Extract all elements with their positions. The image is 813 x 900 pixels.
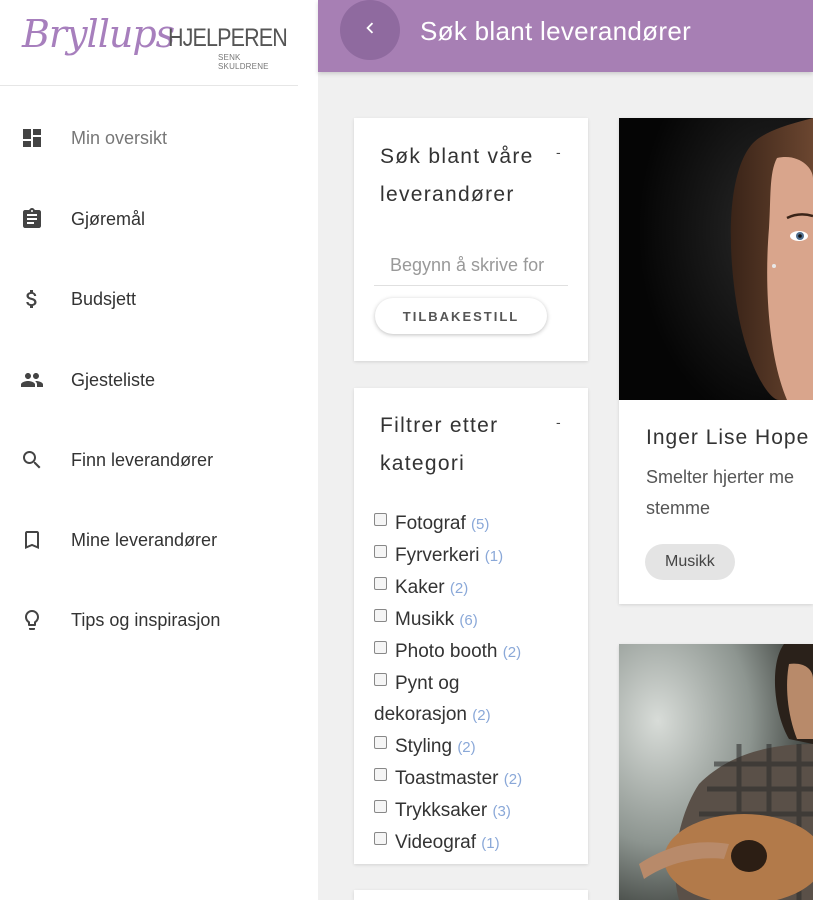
vendor-category-chip[interactable]: Musikk: [645, 544, 735, 580]
sidebar-divider: [0, 85, 298, 86]
collapse-toggle[interactable]: -: [556, 414, 561, 430]
sidebar-item-gjesteliste[interactable]: Gjesteliste: [0, 355, 318, 405]
category-option[interactable]: Fotograf (5): [374, 508, 574, 540]
checkbox[interactable]: [374, 609, 387, 622]
search-input[interactable]: [374, 246, 568, 286]
sidebar-item-label: Gjesteliste: [71, 369, 156, 390]
vendor-description: Smelter hjerter me stemme: [646, 467, 795, 518]
search-card: Søk blant våre leverandører - TILBAKESTI…: [354, 118, 588, 361]
people-icon: [19, 367, 45, 393]
sidebar-item-label: Tips og inspirasjon: [71, 609, 221, 630]
reset-button[interactable]: TILBAKESTILL: [375, 298, 547, 334]
filter-card-title: Filtrer etter kategori: [380, 414, 499, 475]
logo-caps: HJELPEREN: [168, 24, 288, 52]
category-option[interactable]: Photo booth (2): [374, 636, 574, 668]
sidebar-item-label: Budsjett: [71, 288, 137, 309]
dollar-icon: [19, 286, 45, 312]
checkbox[interactable]: [374, 545, 387, 558]
category-filter-card: Filtrer etter kategori - Fotograf (5) Fy…: [354, 388, 588, 864]
checkbox[interactable]: [374, 736, 387, 749]
vendor-card[interactable]: [619, 644, 813, 900]
page-title: Søk blant leverandører: [420, 16, 692, 46]
chevron-left-icon: [359, 17, 381, 44]
sidebar-item-label: Gjøremål: [71, 208, 146, 229]
bookmark-icon: [19, 527, 45, 553]
sidebar-item-label: Finn leverandører: [71, 449, 214, 470]
checkbox[interactable]: [374, 768, 387, 781]
next-filter-card: [354, 890, 588, 900]
category-option[interactable]: Fyrverkeri (1): [374, 540, 574, 572]
sidebar-item-finn-leverandorer[interactable]: Finn leverandører: [0, 435, 318, 485]
category-option[interactable]: Pynt og dekorasjon (2): [374, 668, 534, 731]
vendor-photo[interactable]: [619, 118, 813, 400]
sidebar: Bryllups HJELPEREN SENK SKULDRENE Min ov…: [0, 0, 318, 900]
sidebar-item-min-oversikt[interactable]: Min oversikt: [0, 113, 318, 163]
vendor-name[interactable]: Inger Lise Hope: [646, 426, 809, 450]
search-card-title: Søk blant våre leverandører: [380, 145, 534, 206]
checkbox[interactable]: [374, 513, 387, 526]
checkbox[interactable]: [374, 800, 387, 813]
sidebar-item-budsjett[interactable]: Budsjett: [0, 274, 318, 324]
category-option[interactable]: Kaker (2): [374, 572, 574, 604]
category-list: Fotograf (5) Fyrverkeri (1) Kaker (2) Mu…: [374, 508, 574, 859]
top-app-bar: Søk blant leverandører: [318, 0, 813, 72]
checkbox[interactable]: [374, 832, 387, 845]
vendor-photo[interactable]: [619, 644, 813, 900]
category-option[interactable]: Trykksaker (3): [374, 795, 574, 827]
back-button[interactable]: [340, 0, 400, 60]
checkbox[interactable]: [374, 577, 387, 590]
dashboard-icon: [19, 125, 45, 151]
category-option[interactable]: Styling (2): [374, 731, 574, 763]
logo-tagline: SENK SKULDRENE: [218, 53, 269, 71]
category-option[interactable]: Musikk (6): [374, 604, 574, 636]
vendor-card[interactable]: Inger Lise Hope Smelter hjerter me stemm…: [619, 118, 813, 604]
checkbox[interactable]: [374, 641, 387, 654]
sidebar-item-label: Mine leverandører: [71, 529, 218, 550]
sidebar-item-label: Min oversikt: [71, 127, 168, 148]
category-option[interactable]: Videograf (1): [374, 827, 574, 859]
clipboard-icon: [19, 206, 45, 232]
sidebar-item-mine-leverandorer[interactable]: Mine leverandører: [0, 515, 318, 565]
collapse-toggle[interactable]: -: [556, 144, 561, 160]
lightbulb-icon: [19, 607, 45, 633]
logo-script: Bryllups: [22, 12, 175, 56]
checkbox[interactable]: [374, 673, 387, 686]
category-option[interactable]: Toastmaster (2): [374, 763, 574, 795]
sidebar-item-tips-og-inspirasjon[interactable]: Tips og inspirasjon: [0, 595, 318, 645]
sidebar-item-gjoremal[interactable]: Gjøremål: [0, 194, 318, 244]
search-icon: [19, 447, 45, 473]
logo[interactable]: Bryllups HJELPEREN SENK SKULDRENE: [22, 12, 292, 71]
